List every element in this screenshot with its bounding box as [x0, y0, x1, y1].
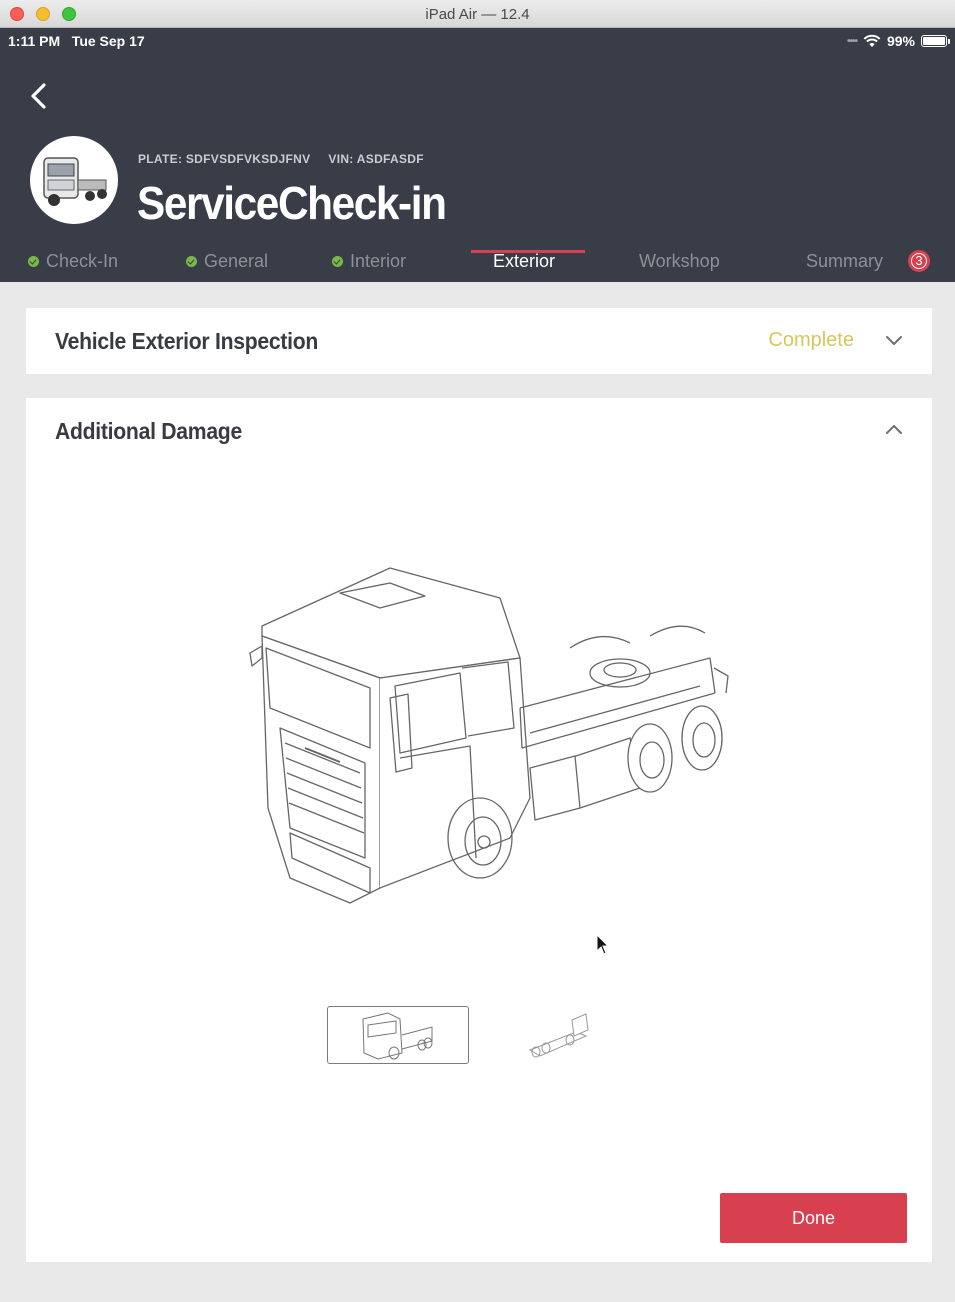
signal-icon: ••••: [846, 35, 858, 47]
vehicle-exterior-section[interactable]: Vehicle Exterior Inspection Complete: [26, 308, 932, 374]
section-title: Additional Damage: [55, 418, 242, 444]
truck-rear-thumbnail-icon: [528, 1013, 589, 1058]
window-title: iPad Air — 12.4: [425, 6, 530, 23]
check-icon: [332, 256, 343, 267]
chevron-up-icon[interactable]: [884, 420, 904, 440]
summary-badge: 3: [908, 250, 930, 272]
tab-label: Check-In: [46, 251, 119, 271]
active-tab-indicator: [471, 250, 585, 253]
tab-workshop[interactable]: Workshop: [639, 251, 720, 272]
app-header: 1:11 PM Tue Sep 17 •••• 99% PLATE: SDFVS…: [0, 28, 955, 282]
section-title: Vehicle Exterior Inspection: [55, 328, 319, 354]
status-time: 1:11 PM Tue Sep 17: [8, 33, 145, 49]
truck-diagram[interactable]: [230, 558, 730, 918]
section-status: Complete: [768, 329, 854, 351]
chevron-down-icon[interactable]: [884, 330, 904, 350]
view-thumbnail-rear[interactable]: [506, 1006, 648, 1064]
status-indicators: •••• 99%: [846, 33, 950, 49]
truck-front-thumbnail-icon: [362, 1012, 433, 1060]
tab-label: Workshop: [639, 251, 720, 271]
back-chevron-icon[interactable]: [24, 78, 54, 114]
battery-percent: 99%: [886, 33, 915, 49]
tab-label: Exterior: [493, 251, 556, 271]
tab-interior[interactable]: Interior: [332, 251, 406, 272]
tab-general[interactable]: General: [186, 251, 268, 272]
view-thumbnail-front[interactable]: [327, 1006, 469, 1064]
vehicle-avatar: [30, 136, 118, 224]
wifi-icon: [863, 34, 881, 47]
page-title: ServiceCheck-in: [137, 177, 447, 229]
plate-number: PLATE: SDFVSDFVKSDJFNV: [138, 152, 311, 166]
mouse-cursor-icon: [596, 934, 610, 955]
tab-summary[interactable]: Summary: [806, 251, 883, 272]
vin-number: VIN: ASDFASDF: [328, 152, 424, 166]
battery-icon: [921, 35, 950, 47]
done-button[interactable]: Done: [720, 1193, 907, 1243]
tab-label: General: [204, 251, 269, 271]
vehicle-identifiers: PLATE: SDFVSDFVKSDJFNV VIN: ASDFASDF: [138, 152, 424, 166]
tab-check-in[interactable]: Check-In: [28, 251, 118, 272]
tab-exterior[interactable]: Exterior: [493, 251, 555, 272]
check-icon: [186, 256, 197, 267]
additional-damage-section: Additional Damage Done: [26, 398, 932, 1262]
truck-thumbnail-icon: [43, 157, 107, 206]
tab-label: Interior: [350, 251, 407, 271]
tab-label: Summary: [806, 251, 884, 271]
check-icon: [28, 256, 39, 267]
window-title-bar: iPad Air — 12.4: [0, 0, 955, 28]
